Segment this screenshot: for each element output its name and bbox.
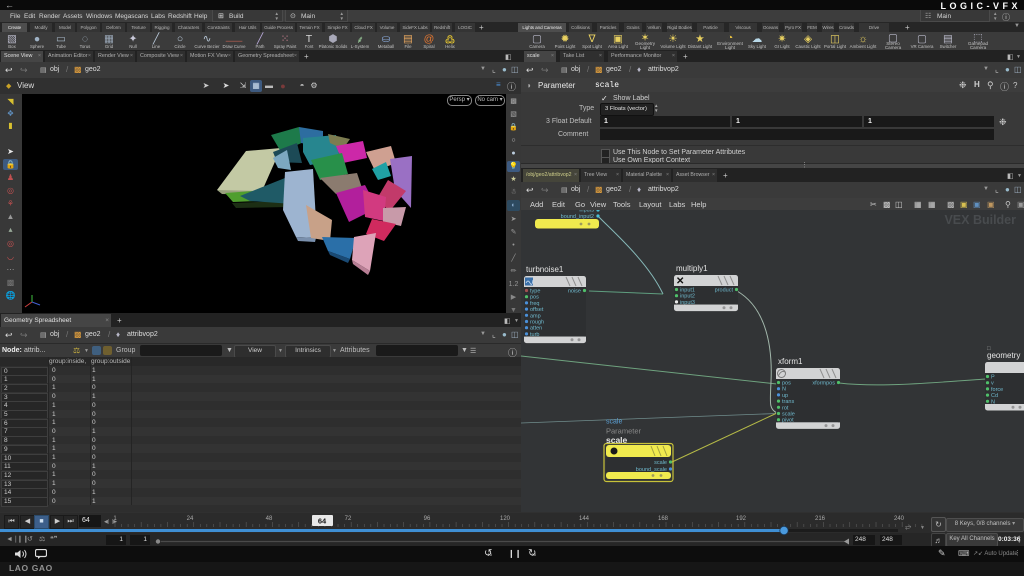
- svg-text:24: 24: [187, 516, 194, 522]
- svg-text:P: P: [991, 375, 995, 381]
- svg-text:force: force: [991, 387, 1003, 393]
- svg-text:rough: rough: [530, 320, 544, 326]
- svg-text:freq: freq: [530, 301, 539, 307]
- svg-text:input2: input2: [680, 294, 695, 300]
- svg-text:96: 96: [424, 516, 431, 522]
- svg-text:v: v: [991, 381, 994, 387]
- svg-text:N: N: [782, 387, 786, 393]
- svg-text:120: 120: [500, 516, 511, 522]
- svg-text:scale: scale: [782, 412, 795, 418]
- svg-text:inputs: inputs: [579, 210, 594, 214]
- svg-text:type: type: [530, 289, 540, 295]
- svg-text:xform1: xform1: [778, 357, 803, 366]
- svg-text:scale: scale: [606, 419, 622, 426]
- svg-text:Cd: Cd: [991, 393, 998, 399]
- svg-text:geometry: geometry: [987, 351, 1020, 360]
- svg-text:turbnoise1: turbnoise1: [526, 265, 564, 274]
- svg-text:input1: input1: [680, 288, 695, 294]
- svg-text:noise: noise: [568, 289, 581, 295]
- svg-text:72: 72: [345, 516, 352, 522]
- svg-text:product: product: [715, 288, 734, 294]
- svg-text:144: 144: [579, 516, 590, 522]
- svg-text:168: 168: [658, 516, 669, 522]
- svg-text:atten: atten: [530, 326, 542, 332]
- svg-text:rot: rot: [782, 405, 789, 411]
- svg-text:240: 240: [894, 516, 905, 522]
- svg-text:pos: pos: [782, 381, 791, 387]
- svg-text:192: 192: [736, 516, 747, 522]
- svg-text:xformpos: xformpos: [812, 381, 835, 387]
- svg-text:offset: offset: [530, 307, 544, 313]
- svg-text:up: up: [782, 393, 788, 399]
- svg-text:216: 216: [815, 516, 826, 522]
- svg-text:64: 64: [318, 517, 327, 526]
- svg-text:48: 48: [266, 516, 273, 522]
- svg-text:multiply1: multiply1: [676, 264, 708, 273]
- svg-text:1: 1: [113, 516, 117, 522]
- svg-text:trans: trans: [782, 399, 794, 405]
- svg-text:pos: pos: [530, 295, 539, 301]
- svg-text:scale: scale: [654, 460, 667, 466]
- svg-text:✕: ✕: [676, 276, 684, 287]
- svg-text:amp: amp: [530, 313, 541, 319]
